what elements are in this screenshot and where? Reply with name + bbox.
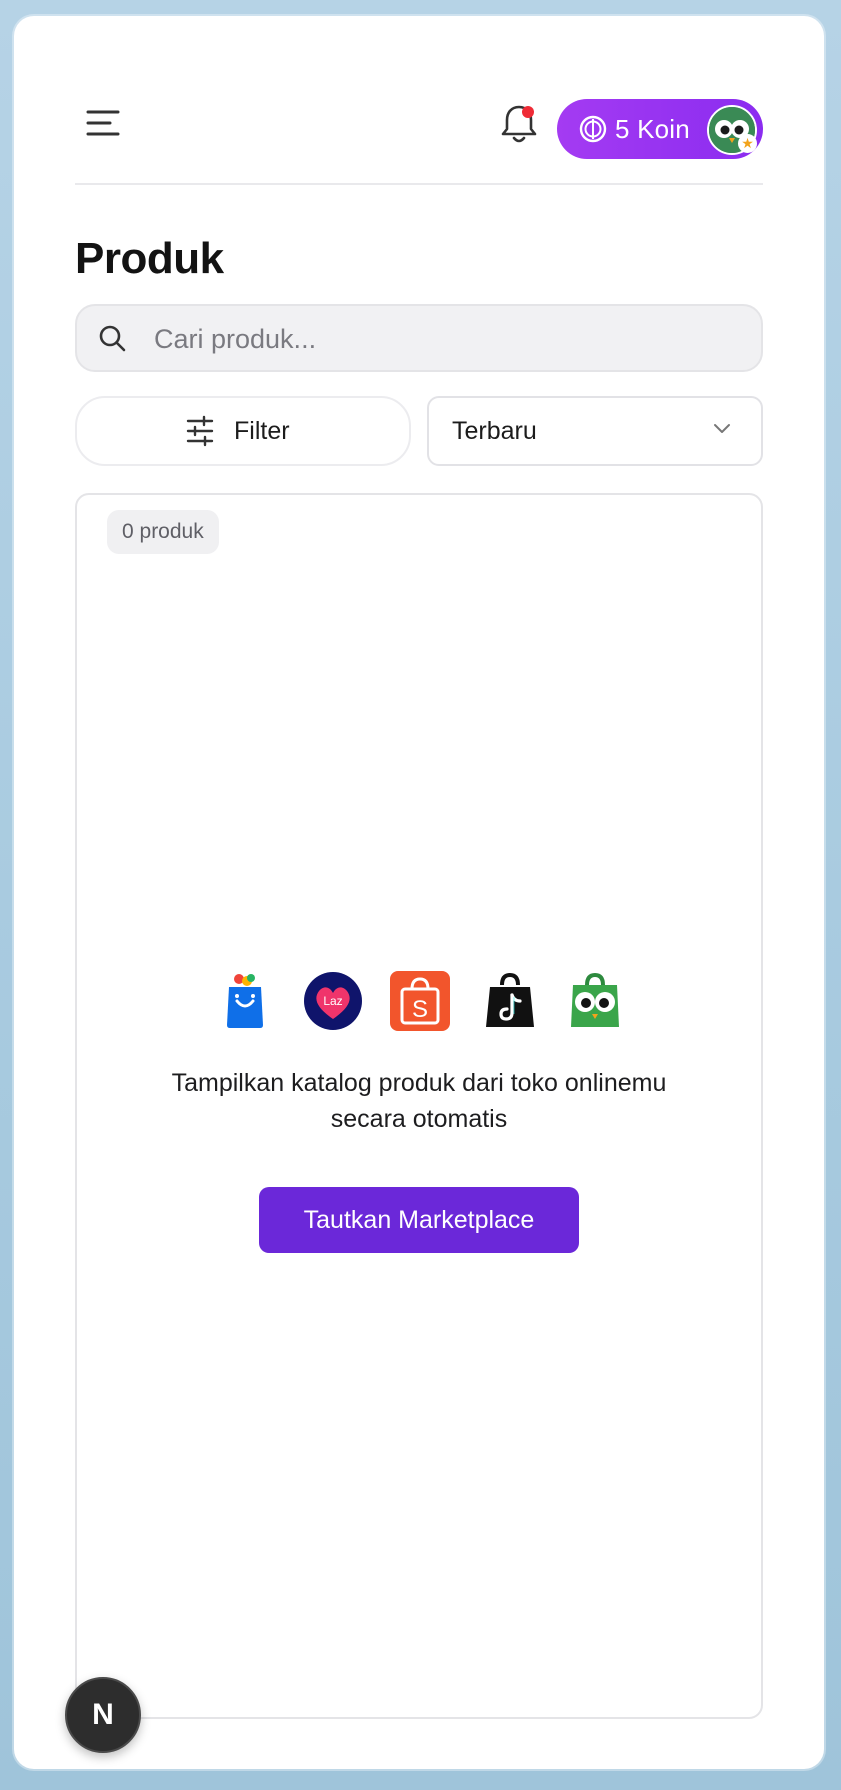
notification-dot (522, 106, 534, 118)
page-title: Produk (75, 234, 224, 283)
notification-button[interactable] (499, 102, 539, 146)
filter-button[interactable]: Filter (75, 396, 411, 466)
sliders-icon (186, 415, 214, 447)
sort-selected-value: Terbaru (452, 417, 537, 445)
shopee-logo-icon: S (390, 971, 450, 1031)
chevron-down-icon (714, 424, 730, 433)
svg-text:S: S (412, 996, 428, 1023)
search-input[interactable] (152, 316, 746, 362)
blibli-logo-icon (227, 974, 263, 1028)
filter-label: Filter (234, 417, 290, 445)
menu-button[interactable] (85, 107, 121, 139)
product-count-badge: 0 produk (107, 510, 219, 554)
tiktok-shop-logo-icon (486, 972, 534, 1027)
empty-state-message: Tampilkan katalog produk dari toko onlin… (171, 1069, 667, 1133)
tokopedia-logo-icon (571, 972, 619, 1027)
star-icon: ★ (738, 134, 757, 153)
hamburger-icon (86, 110, 120, 136)
sort-select[interactable]: Terbaru (427, 396, 763, 466)
top-bar: 5 Koin ★ (75, 91, 763, 185)
coin-balance-button[interactable]: 5 Koin ★ (557, 99, 763, 159)
marketplace-logos: Laz S (215, 971, 625, 1031)
nextjs-dev-badge[interactable]: N (65, 1677, 141, 1753)
product-panel: 0 produk Laz S Tampilkan katalog produk … (75, 493, 763, 1719)
search-icon (99, 325, 126, 352)
search-bar[interactable] (75, 304, 763, 372)
coin-icon (579, 115, 607, 143)
app-window: 5 Koin ★ Produk Cari produk... Filter Te… (14, 16, 824, 1769)
coin-balance-label: 5 Koin (615, 114, 690, 144)
svg-text:Laz: Laz (323, 994, 342, 1008)
lazada-logo-icon: Laz (304, 972, 362, 1030)
link-marketplace-button[interactable]: Tautkan Marketplace (259, 1187, 579, 1253)
